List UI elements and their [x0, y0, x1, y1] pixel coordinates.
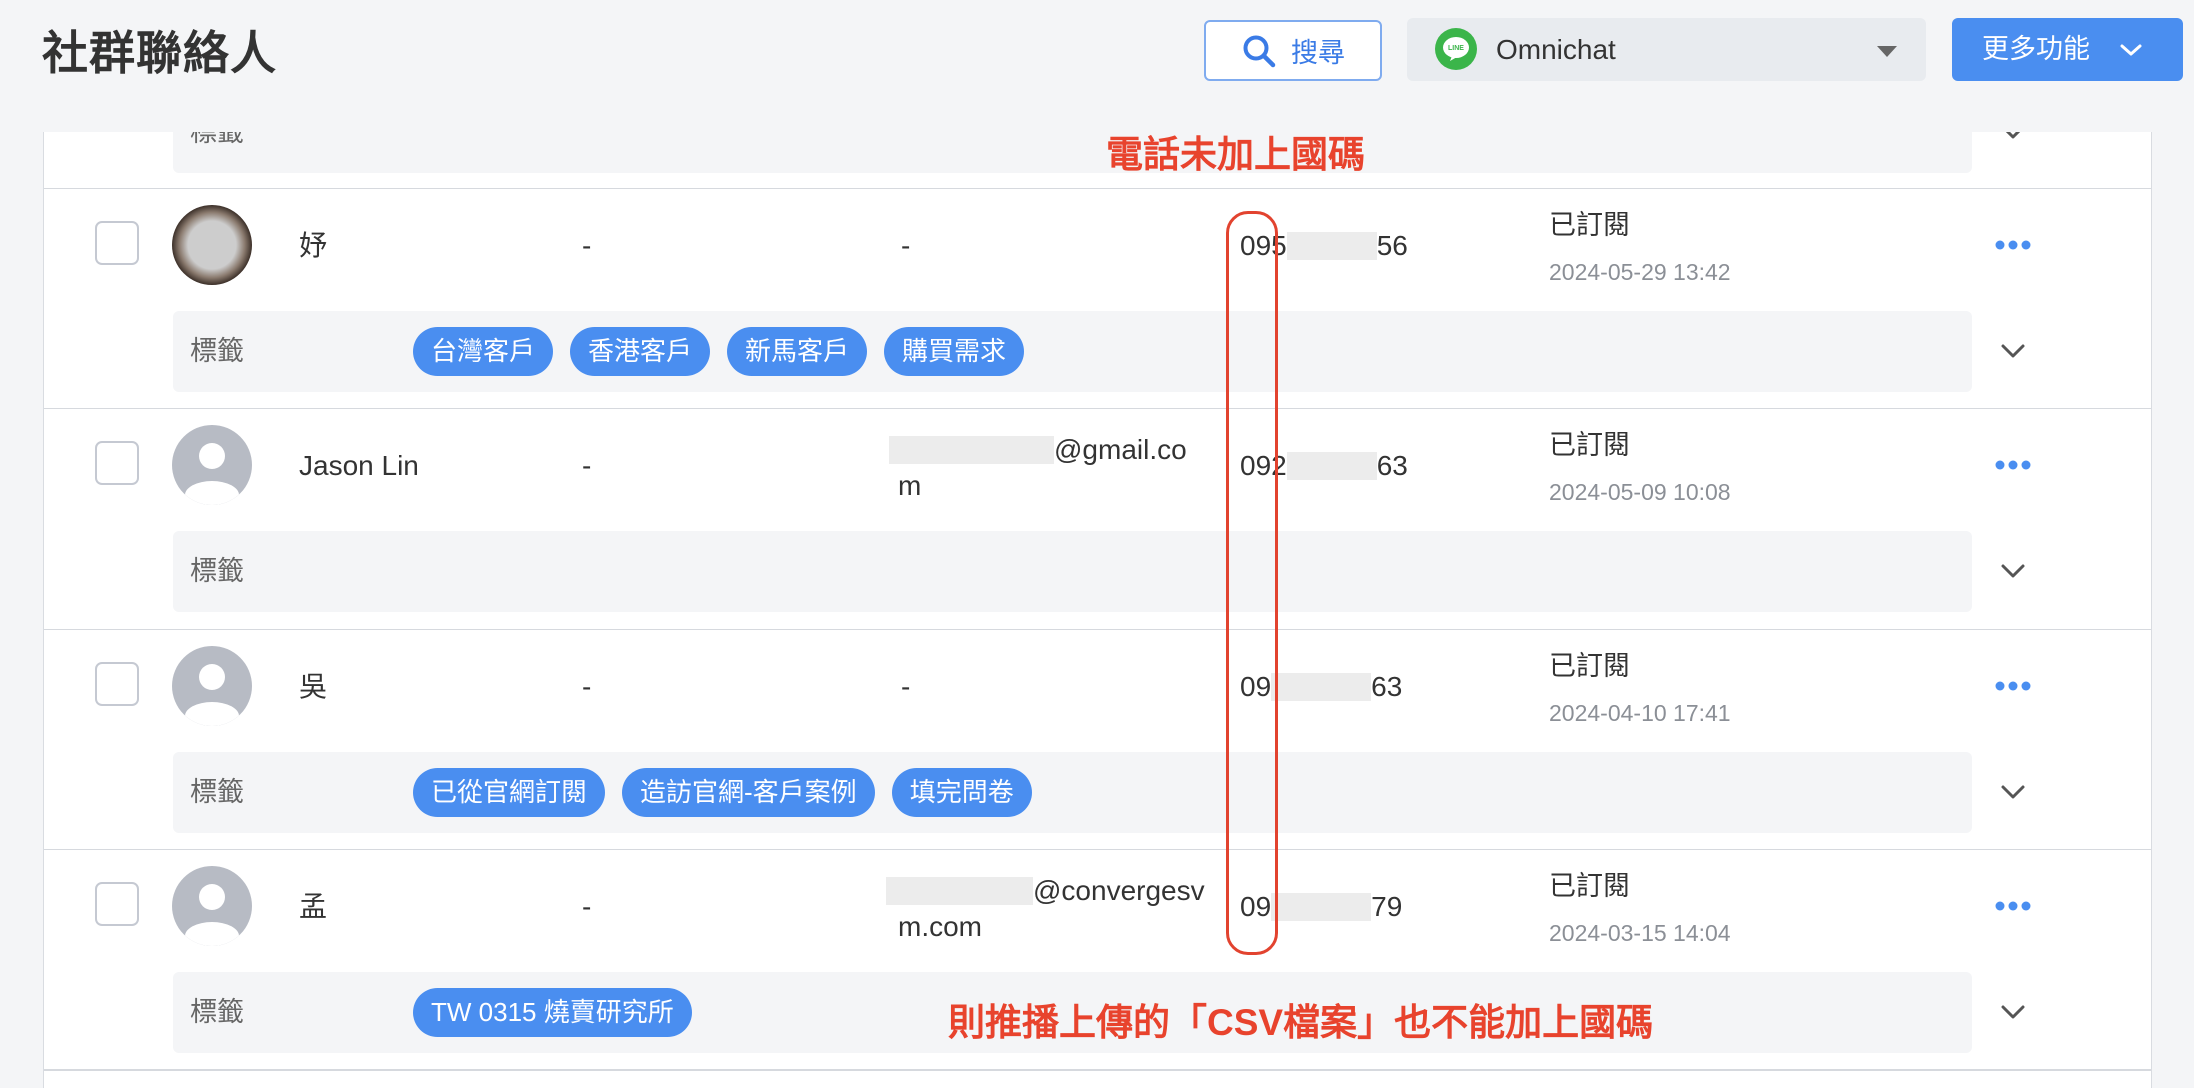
phone-suffix: 63 — [1371, 671, 1403, 702]
more-features-button[interactable]: 更多功能 — [1952, 18, 2183, 81]
tag-bar: 標籤 台灣客戶 香港客戶 新馬客戶 購買需求 — [173, 311, 1972, 392]
tag-section-label: 標籤 — [190, 556, 244, 586]
tag-chip[interactable]: 造訪官網-客戶案例 — [622, 768, 875, 817]
tag-chip[interactable]: 填完問卷 — [891, 768, 1032, 817]
tag-bar: 標籤 — [173, 531, 1972, 612]
expand-chevron-icon[interactable] — [1999, 1004, 2027, 1020]
redacted-block — [1286, 452, 1377, 480]
phone-suffix: 56 — [1376, 230, 1408, 261]
expand-chevron-icon[interactable] — [1999, 563, 2027, 579]
expand-chevron-icon[interactable] — [1999, 343, 2027, 359]
expand-chevron-icon[interactable] — [1999, 784, 2027, 800]
tag-chip[interactable]: TW 0315 燒賣研究所 — [413, 988, 692, 1037]
email-line: m.com — [898, 911, 982, 942]
more-actions-icon[interactable] — [1995, 240, 2031, 250]
secondary-field: - — [582, 230, 592, 261]
tag-chip[interactable]: 台灣客戶 — [413, 327, 554, 376]
line-logo-icon: LINE — [1435, 28, 1477, 70]
dropdown-caret-icon — [1877, 44, 1897, 57]
more-actions-icon[interactable] — [1995, 901, 2031, 911]
secondary-field: - — [582, 891, 592, 922]
page-title: 社群聯絡人 — [42, 27, 277, 79]
chevron-down-icon — [2119, 43, 2143, 57]
row-checkbox[interactable] — [95, 882, 139, 926]
tag-list: 台灣客戶 香港客戶 新馬客戶 購買需求 — [413, 327, 1025, 376]
tag-section-label: 標籤 — [190, 997, 244, 1027]
email-field: @convergesv m.com — [886, 873, 1205, 945]
subscription-status: 已訂閱 — [1549, 871, 1630, 901]
email-line: @convergesv — [886, 873, 1205, 909]
contact-name[interactable]: 孟 — [299, 887, 327, 927]
subscription-date: 2024-03-15 14:04 — [1549, 920, 1731, 946]
default-person-icon — [172, 646, 252, 726]
email-text: @convergesv — [1033, 875, 1205, 906]
contact-row: 吳 - - 09 63 已訂閱 2024-04-10 17:41 標籤 已從官網訂… — [44, 629, 2151, 850]
tag-section-label: 標籤 — [190, 336, 244, 366]
email-line: m — [898, 470, 922, 501]
subscription-status: 已訂閱 — [1549, 651, 1630, 681]
default-person-icon — [172, 866, 252, 946]
phone-suffix: 79 — [1371, 891, 1403, 922]
channel-select[interactable]: LINE Omnichat — [1407, 18, 1926, 81]
avatar-photo — [172, 205, 252, 285]
line-logo-text: LINE — [1448, 45, 1464, 52]
secondary-field: - — [582, 671, 592, 702]
default-person-icon — [172, 425, 252, 505]
search-icon — [1241, 33, 1277, 69]
search-label: 搜尋 — [1291, 38, 1345, 68]
row-checkbox[interactable] — [95, 441, 139, 485]
tag-list: TW 0315 燒賣研究所 — [413, 988, 692, 1037]
row-checkbox[interactable] — [95, 662, 139, 706]
csv-annotation: 則推播上傳的「CSV檔案」也不能加上國碼 — [948, 1002, 1654, 1043]
redacted-block — [1271, 893, 1372, 921]
tag-chip[interactable]: 新馬客戶 — [727, 327, 868, 376]
search-button[interactable]: 搜尋 — [1204, 20, 1382, 81]
phone-highlight-box — [1226, 211, 1278, 955]
email-field: - — [901, 671, 911, 702]
subscription-status: 已訂閱 — [1549, 430, 1630, 460]
contact-name[interactable]: Jason Lin — [299, 446, 419, 486]
channel-select-value: Omnichat — [1496, 34, 1616, 65]
more-actions-icon[interactable] — [1995, 681, 2031, 691]
redacted-block — [889, 436, 1054, 464]
contact-name[interactable]: 妤 — [299, 226, 327, 266]
more-actions-icon[interactable] — [1995, 460, 2031, 470]
email-field: - — [901, 230, 911, 261]
subscription-date: 2024-05-29 13:42 — [1549, 259, 1731, 285]
subscription-date: 2024-04-10 17:41 — [1549, 700, 1731, 726]
subscription-status: 已訂閱 — [1549, 210, 1630, 240]
redacted-block — [1286, 232, 1377, 260]
tag-bar: 標籤 — [173, 132, 1972, 173]
tag-section-label: 標籤 — [190, 132, 244, 147]
email-text: @gmail.co — [1054, 434, 1187, 465]
secondary-field: - — [582, 450, 592, 481]
more-features-label: 更多功能 — [1982, 34, 2090, 64]
tag-list: 已從官網訂閱 造訪官網-客戶案例 填完問卷 — [413, 768, 1032, 817]
redacted-block — [1271, 673, 1372, 701]
tag-chip[interactable]: 香港客戶 — [570, 327, 711, 376]
tag-chip[interactable]: 購買需求 — [884, 327, 1025, 376]
tag-section-label: 標籤 — [190, 777, 244, 807]
contact-row: 妤 - - 095 56 已訂閱 2024-05-29 13:42 標籤 台灣客戶… — [44, 188, 2151, 409]
phone-suffix: 63 — [1376, 450, 1408, 481]
tag-chip[interactable]: 已從官網訂閱 — [413, 768, 606, 817]
tag-bar: 標籤 已從官網訂閱 造訪官網-客戶案例 填完問卷 — [173, 752, 1972, 833]
email-line: @gmail.co — [889, 432, 1187, 468]
redacted-block — [886, 877, 1033, 905]
subscription-date: 2024-05-09 10:08 — [1549, 479, 1731, 505]
contact-row: Jason Lin - @gmail.co m 092 63 已訂閱 2024-0… — [44, 408, 2151, 629]
phone-annotation: 電話未加上國碼 — [1106, 134, 1365, 175]
contact-list: 標籤 妤 - - 095 56 已訂閱 2024-05-29 13:42 標籤 台… — [43, 132, 2152, 1088]
row-checkbox[interactable] — [95, 221, 139, 265]
expand-chevron-icon[interactable] — [1999, 132, 2027, 140]
row-divider — [44, 1069, 2151, 1071]
email-field: @gmail.co m — [889, 432, 1187, 504]
contact-name[interactable]: 吳 — [299, 667, 327, 707]
